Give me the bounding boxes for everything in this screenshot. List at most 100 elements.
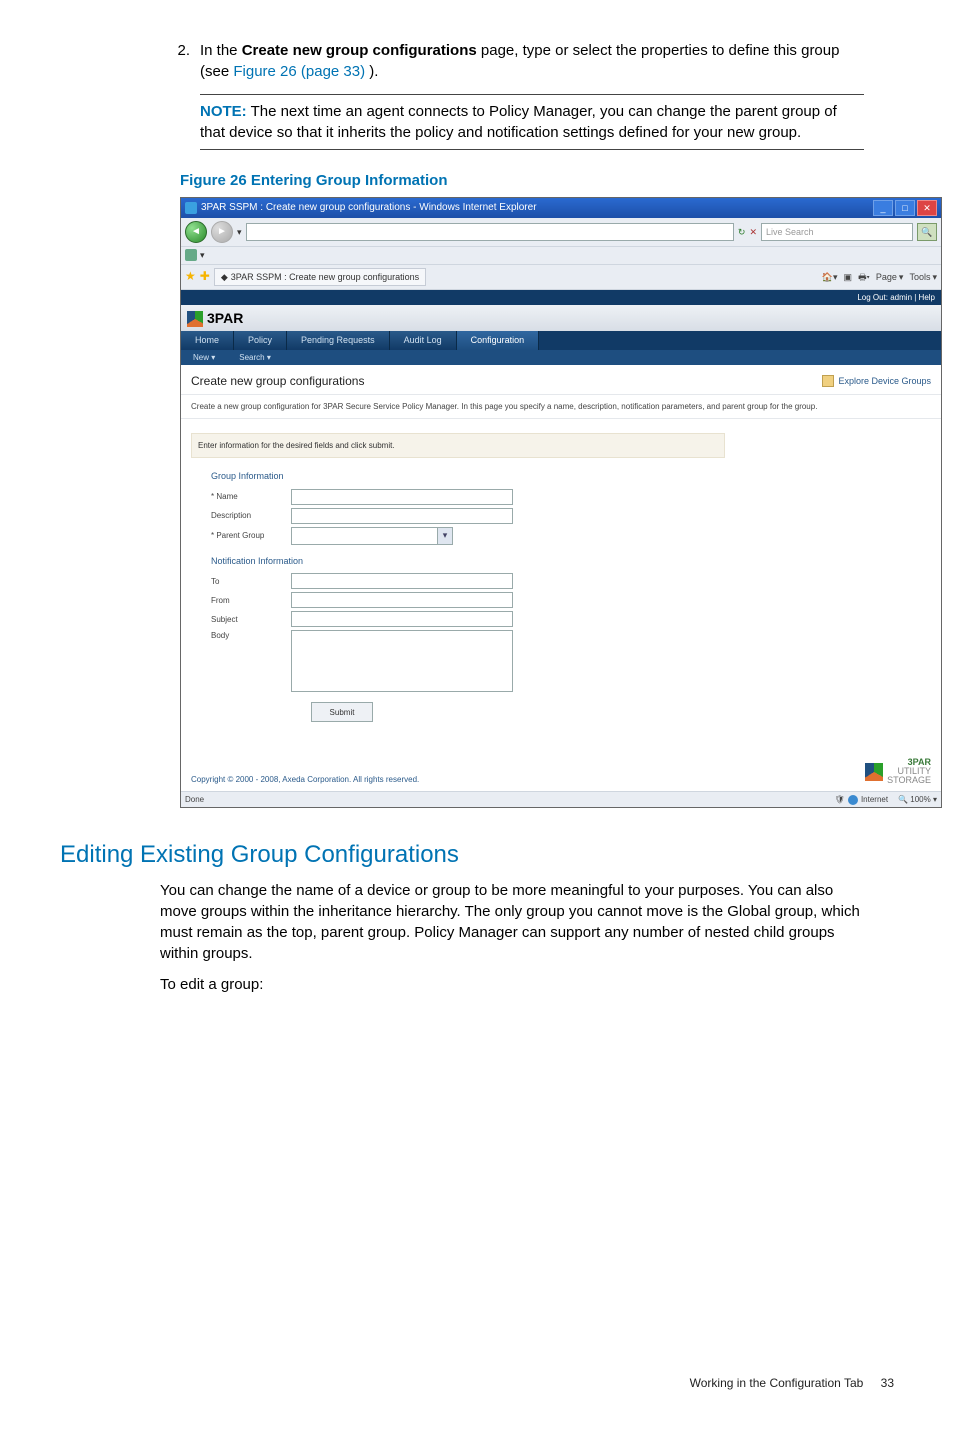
browser-tab[interactable]: ◆ 3PAR SSPM : Create new group configura… [214,268,426,287]
select-parent-group[interactable]: ▾ [291,527,453,545]
chevron-down-icon: ▾ [437,528,452,544]
tools-menu[interactable]: Tools ▾ [909,271,937,284]
zoom-control[interactable]: 🔍 100% ▾ [898,794,937,805]
label-body: Body [211,630,291,641]
explore-device-groups[interactable]: Explore Device Groups [822,375,931,388]
print-icon[interactable]: 🖶▾ [858,271,870,284]
toolbar-row: ▾ [181,247,941,265]
sub-search[interactable]: Search ▾ [227,350,283,365]
feeds-icon[interactable]: ▣ [844,271,853,284]
home-icon[interactable]: 🏠▾ [822,271,838,284]
status-bar: Done 🛡 Internet 🔍 100% ▾ [181,791,941,807]
tab-title: 3PAR SSPM : Create new group configurati… [231,271,419,284]
tab-favicon: ◆ [221,271,228,284]
body-paragraph-2: To edit a group: [160,974,894,995]
sub-new[interactable]: New ▾ [181,350,227,365]
group-info-header: Group Information [211,470,931,483]
security-zone[interactable]: 🛡 Internet [835,794,888,805]
note-label: NOTE: [200,103,247,120]
logout-link[interactable]: Log Out: admin | Help [857,293,935,302]
address-bar: ◄ ► ▾ ↻ ✕ Live Search 🔍 [181,218,941,247]
footer-text: Working in the Configuration Tab [690,1376,864,1390]
globe-icon [848,795,858,805]
input-description[interactable] [291,508,513,524]
brand-logo: 3PAR [187,309,935,329]
step-text-pre: In the [200,42,242,59]
page-description: Create a new group configuration for 3PA… [181,395,941,419]
footer-brand: 3PAR UTILITY STORAGE [865,758,931,785]
body-paragraph-1: You can change the name of a device or g… [160,880,894,964]
page-title: Create new group configurations [191,373,364,390]
add-favorite-icon[interactable]: ✚ [200,268,210,285]
step-body: In the Create new group configurations p… [200,40,894,150]
step-text-bold: Create new group configurations [242,42,477,59]
url-field[interactable] [246,223,734,241]
ie-icon [185,202,197,214]
page-header: Create new group configurations Explore … [181,365,941,395]
figure-caption: Figure 26 Entering Group Information [180,170,894,191]
tab-configuration[interactable]: Configuration [457,331,540,350]
textarea-body[interactable] [291,630,513,692]
form-instructions: Enter information for the desired fields… [191,433,725,458]
window-titlebar: 3PAR SSPM : Create new group configurati… [181,198,941,218]
gear-icon[interactable] [185,249,197,261]
search-go-button[interactable]: 🔍 [917,223,937,241]
dropdown-icon[interactable]: ▾ [237,226,242,239]
cube-icon [187,311,203,327]
tab-pending-requests[interactable]: Pending Requests [287,331,390,350]
stop-icon[interactable]: ✕ [749,226,757,239]
window-title: 3PAR SSPM : Create new group configurati… [201,201,537,215]
back-button[interactable]: ◄ [185,221,207,243]
page-footer: Working in the Configuration Tab 33 [60,1375,894,1392]
section-heading: Editing Existing Group Configurations [60,838,894,872]
input-name[interactable] [291,489,513,505]
tab-policy[interactable]: Policy [234,331,287,350]
shield-icon: 🛡 [835,794,845,805]
label-parent-group: * Parent Group [211,530,291,541]
user-bar: Log Out: admin | Help [181,290,941,305]
tab-home[interactable]: Home [181,331,234,350]
explore-label: Explore Device Groups [838,375,931,388]
group-information-section: Group Information * Name Description * P… [211,470,931,545]
search-placeholder: Live Search [762,226,814,239]
submit-button[interactable]: Submit [311,702,373,722]
figure-link[interactable]: Figure 26 (page 33) [233,63,365,80]
favorites-star-icon[interactable]: ★ [185,268,196,285]
app-header [181,288,193,292]
tab-strip: ★ ✚ ◆ 3PAR SSPM : Create new group confi… [181,265,941,291]
maximize-button[interactable]: □ [895,200,915,216]
ie-tools: 🏠▾ ▣ 🖶▾ Page ▾ Tools ▾ [822,271,937,284]
zoom-value: 100% [910,795,930,804]
brand-text: 3PAR [207,309,243,329]
note-box: NOTE: The next time an agent connects to… [200,94,864,150]
dropdown-icon[interactable]: ▾ [200,249,205,262]
search-box[interactable]: Live Search [761,223,913,241]
input-from[interactable] [291,592,513,608]
step-2: 2. In the Create new group configuration… [160,40,894,150]
step-text-tail: ). [369,63,378,80]
app-tabs: Home Policy Pending Requests Audit Log C… [181,331,941,350]
input-to[interactable] [291,573,513,589]
minimize-button[interactable]: _ [873,200,893,216]
copyright-row: Copyright © 2000 - 2008, Axeda Corporati… [181,732,941,791]
forward-button[interactable]: ► [211,221,233,243]
cube-icon [865,763,883,781]
note-text: The next time an agent connects to Polic… [200,103,837,141]
zone-text: Internet [861,794,888,805]
notification-info-header: Notification Information [211,555,931,568]
refresh-icon[interactable]: ↻ [738,226,746,239]
copyright-text: Copyright © 2000 - 2008, Axeda Corporati… [191,774,419,785]
label-subject: Subject [211,614,291,625]
label-to: To [211,576,291,587]
page-menu[interactable]: Page ▾ [876,271,904,284]
sub-bar: New ▾ Search ▾ [181,350,941,365]
page-number: 33 [881,1376,894,1390]
label-from: From [211,595,291,606]
brand-sub2: STORAGE [887,775,931,785]
close-button[interactable]: ✕ [917,200,937,216]
input-subject[interactable] [291,611,513,627]
screenshot-window: 3PAR SSPM : Create new group configurati… [180,197,942,808]
tab-audit-log[interactable]: Audit Log [390,331,457,350]
label-description: Description [211,510,291,521]
label-name: * Name [211,491,291,502]
